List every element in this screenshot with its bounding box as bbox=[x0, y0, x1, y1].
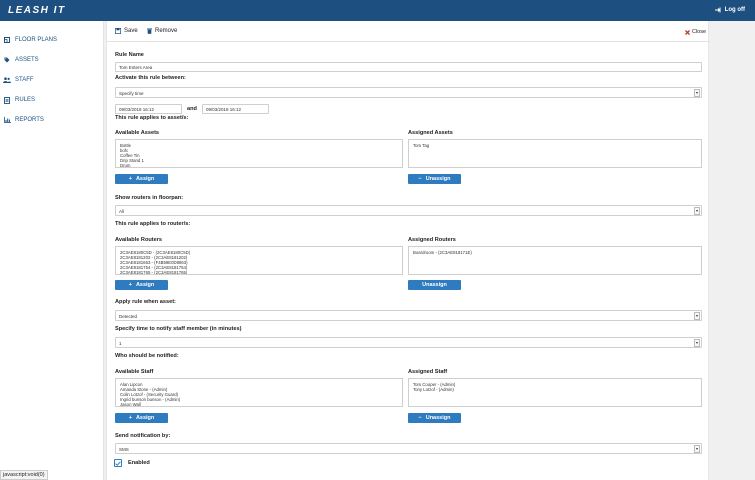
remove-label: Remove bbox=[155, 28, 178, 34]
checkmark-icon bbox=[115, 460, 121, 466]
chevron-down-icon bbox=[694, 339, 700, 347]
available-assets-label: Available Assets bbox=[115, 130, 160, 136]
sidebar-item-label: RULES bbox=[15, 97, 36, 103]
save-icon bbox=[115, 28, 121, 34]
notify-time-value: 1 bbox=[119, 341, 122, 346]
sidebar-item-staff[interactable]: STAFF bbox=[0, 70, 103, 90]
assigned-routers-label: Assigned Routers bbox=[408, 237, 456, 243]
show-routers-value: All bbox=[119, 209, 125, 214]
sidebar-item-label: ASSETS bbox=[15, 57, 39, 63]
unassign-label: Unassign bbox=[425, 176, 451, 182]
sidebar-item-rules[interactable]: RULES bbox=[0, 90, 103, 110]
available-routers-list[interactable]: 2C3AE8180C5D - (2C3AE8180C5D) 2C3AE81812… bbox=[115, 246, 403, 275]
list-item[interactable]: Jason Wall bbox=[120, 402, 398, 406]
apply-when-select[interactable]: Detected bbox=[115, 310, 702, 321]
unassign-staff-button[interactable]: − Unassign bbox=[408, 413, 461, 423]
enabled-checkbox[interactable] bbox=[114, 459, 122, 467]
activate-select[interactable]: Specify time bbox=[115, 87, 702, 98]
activate-select-value: Specify time bbox=[119, 91, 144, 96]
unassign-routers-button[interactable]: Unassign bbox=[408, 280, 461, 290]
apply-when-label: Apply rule when asset: bbox=[115, 299, 176, 305]
unassign-label: Unassign bbox=[422, 282, 447, 288]
plus-icon: + bbox=[128, 176, 132, 182]
assign-routers-button[interactable]: + Assign bbox=[115, 280, 168, 290]
chevron-down-icon bbox=[694, 207, 700, 215]
assigned-staff-label: Assigned Staff bbox=[408, 369, 448, 375]
enabled-label: Enabled bbox=[128, 460, 150, 466]
available-assets-list[interactable]: Bottle bofc Coffee Tin Drip Stand 1 Drum bbox=[115, 139, 403, 168]
rule-name-label: Rule Name bbox=[115, 52, 144, 58]
end-datetime-input[interactable]: 09/03/2018 16:12 bbox=[202, 104, 269, 114]
chevron-down-icon bbox=[694, 89, 700, 97]
show-routers-select[interactable]: All bbox=[115, 205, 702, 216]
remove-button[interactable]: Remove bbox=[147, 28, 177, 34]
start-datetime-input[interactable]: 09/03/2018 16:12 bbox=[115, 104, 182, 114]
assign-label: Assign bbox=[135, 415, 155, 421]
plus-icon: + bbox=[128, 282, 132, 288]
assign-staff-button[interactable]: + Assign bbox=[115, 413, 168, 423]
logoff-label: Log off bbox=[724, 7, 745, 13]
list-item[interactable]: 2C3AE8181765 - (2C3AE8181765) bbox=[120, 270, 398, 274]
unassign-assets-button[interactable]: − Unassign bbox=[408, 174, 461, 184]
save-label: Save bbox=[124, 28, 138, 34]
assign-assets-button[interactable]: + Assign bbox=[115, 174, 168, 184]
notify-time-select[interactable]: 1 bbox=[115, 337, 702, 348]
list-item[interactable]: Tom Tag bbox=[413, 143, 697, 148]
tag-icon bbox=[3, 57, 11, 63]
notify-time-label: Specify time to notify staff member (in … bbox=[115, 326, 242, 332]
logoff-icon bbox=[714, 7, 722, 13]
close-label: Close bbox=[691, 29, 706, 35]
floor-plan-icon bbox=[3, 37, 11, 43]
assigned-staff-list[interactable]: Tom Cooper - (Admin) Tony Lotzof - (Admi… bbox=[408, 378, 702, 407]
save-button[interactable]: Save bbox=[115, 28, 138, 34]
users-icon bbox=[3, 77, 11, 83]
list-item[interactable]: Tony Lotzof - (Admin) bbox=[413, 387, 697, 392]
list-item[interactable]: Boardroom - (2C3AE818171E) bbox=[413, 250, 697, 255]
toolbar: Save Remove Close bbox=[107, 21, 710, 42]
routers-section-label: This rule applies to router/s: bbox=[115, 221, 191, 227]
available-staff-list[interactable]: Alan Lipcon Amanda Stone - (Admin) Colin… bbox=[115, 378, 403, 407]
assign-label: Assign bbox=[135, 176, 155, 182]
bar-chart-icon bbox=[3, 117, 11, 123]
logoff-button[interactable]: Log off bbox=[714, 7, 745, 13]
top-bar: LEASH IT Log off bbox=[0, 0, 755, 21]
show-routers-label: Show routers in floorpan: bbox=[115, 195, 184, 201]
minus-icon: − bbox=[418, 415, 422, 421]
sidebar-item-label: STAFF bbox=[15, 77, 34, 83]
status-bar-url: javascript:void(0) bbox=[0, 470, 48, 480]
close-button[interactable]: Close bbox=[684, 29, 706, 35]
minus-icon: − bbox=[418, 176, 422, 182]
sidebar-item-floor-plans[interactable]: FLOOR PLANS bbox=[0, 30, 103, 50]
document-icon bbox=[3, 96, 11, 104]
sidebar-item-assets[interactable]: ASSETS bbox=[0, 50, 103, 70]
chevron-down-icon bbox=[694, 445, 700, 453]
rule-name-input[interactable]: Tom Enters Area bbox=[115, 62, 702, 72]
app-logo: LEASH IT bbox=[8, 5, 66, 16]
apply-when-value: Detected bbox=[119, 314, 138, 319]
list-item[interactable]: Drum bbox=[120, 163, 398, 167]
send-by-label: Send notification by: bbox=[115, 433, 171, 439]
trash-icon bbox=[147, 28, 152, 34]
and-label: and bbox=[187, 106, 197, 112]
rule-editor-panel: Save Remove Close Rule Name Tom Enters A… bbox=[106, 21, 710, 480]
assigned-routers-list[interactable]: Boardroom - (2C3AE818171E) bbox=[408, 246, 702, 275]
available-staff-label: Available Staff bbox=[115, 369, 154, 375]
staff-section-label: Who should be notified: bbox=[115, 353, 179, 359]
sidebar-item-reports[interactable]: REPORTS bbox=[0, 110, 103, 130]
activate-label: Activate this rule between: bbox=[115, 75, 186, 81]
assigned-assets-label: Assigned Assets bbox=[408, 130, 453, 136]
available-routers-label: Available Routers bbox=[115, 237, 163, 243]
close-icon bbox=[684, 29, 690, 35]
assets-section-label: This rule applies to asset/s: bbox=[115, 115, 189, 121]
sidebar: FLOOR PLANS ASSETS STAFF RULES REPORTS bbox=[0, 21, 104, 480]
sidebar-item-label: REPORTS bbox=[15, 117, 44, 123]
sidebar-item-label: FLOOR PLANS bbox=[15, 37, 58, 43]
plus-icon: + bbox=[128, 415, 132, 421]
assigned-assets-list[interactable]: Tom Tag bbox=[408, 139, 702, 168]
unassign-label: Unassign bbox=[425, 415, 451, 421]
assign-label: Assign bbox=[135, 282, 155, 288]
chevron-down-icon bbox=[694, 312, 700, 320]
send-by-select[interactable]: SMS bbox=[115, 443, 702, 454]
send-by-value: SMS bbox=[119, 447, 129, 452]
